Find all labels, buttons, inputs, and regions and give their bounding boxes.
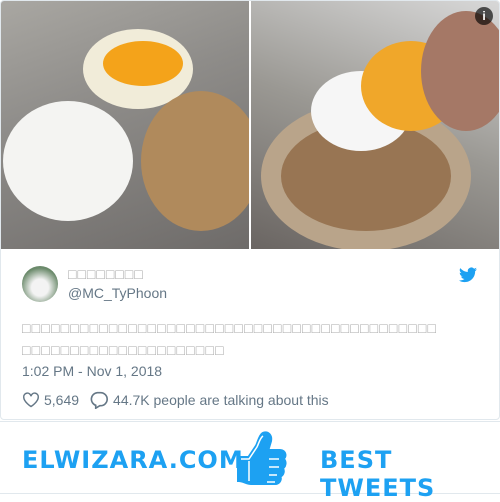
like-count[interactable]: 5,649 — [44, 392, 79, 408]
reply-bubble-icon[interactable] — [89, 391, 109, 409]
thumbs-up-icon — [237, 431, 287, 485]
tweet-photo-1[interactable] — [1, 1, 249, 249]
site-name: ELWIZARA.COM — [22, 446, 244, 474]
twitter-bird-icon[interactable] — [459, 267, 477, 283]
info-icon[interactable]: i — [475, 7, 493, 25]
avatar[interactable] — [22, 266, 58, 302]
display-name[interactable]: □□□□□□□□ — [68, 266, 144, 282]
user-handle[interactable]: @MC_TyPhoon — [68, 285, 167, 301]
footer-banner: ELWIZARA.COM BEST TWEETS — [0, 421, 500, 502]
talking-count[interactable]: 44.7K people are talking about this — [113, 392, 329, 408]
heart-icon[interactable] — [22, 392, 40, 408]
tweet-card[interactable]: i □□□□□□□□ @MC_TyPhoon □□□□□□□□□□□□□□□□□… — [0, 0, 500, 420]
tweet-text: □□□□□□□□□□□□□□□□□□□□□□□□□□□□□□□□□□□□□□□□… — [22, 320, 438, 358]
tweet-timestamp[interactable]: 1:02 PM - Nov 1, 2018 — [22, 363, 162, 379]
tweet-stats: 5,649 44.7K people are talking about thi… — [22, 391, 329, 409]
tweet-photo-2[interactable] — [251, 1, 499, 249]
